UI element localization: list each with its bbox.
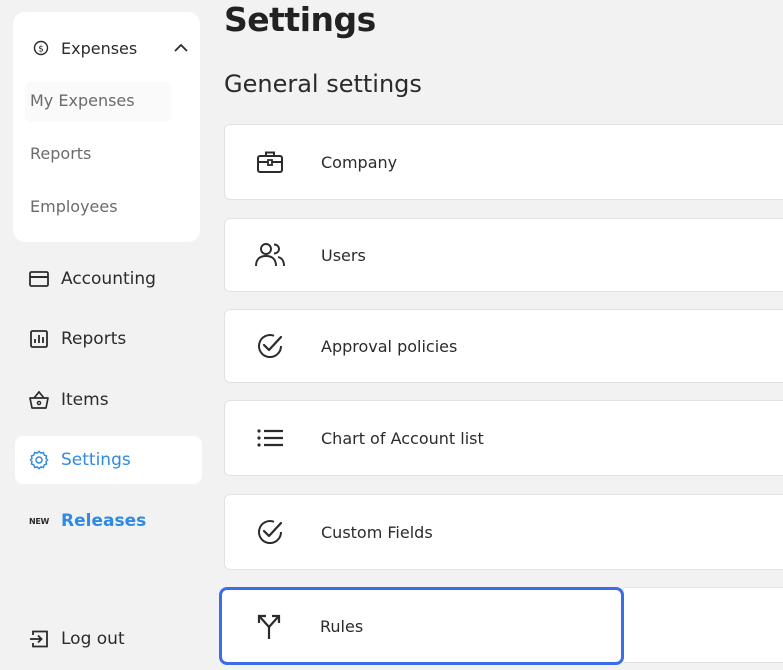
- expenses-section: $ Expenses My Expenses Reports Employees: [13, 12, 200, 242]
- dollar-circle-icon: $: [31, 38, 51, 58]
- users-icon: [253, 238, 287, 272]
- sidebar-item-label: Reports: [61, 329, 127, 349]
- settings-card-label: Rules: [320, 617, 364, 636]
- sidebar-item-label: Items: [61, 390, 109, 410]
- split-arrows-icon: [252, 610, 286, 644]
- logout-icon: [28, 628, 50, 650]
- credit-card-icon: [28, 268, 50, 290]
- check-circle-icon: [253, 329, 287, 363]
- sidebar-item-items[interactable]: Items: [15, 376, 202, 424]
- new-badge: NEW: [28, 516, 50, 526]
- logout-label: Log out: [61, 629, 125, 649]
- settings-card-rules[interactable]: Rules: [219, 587, 624, 665]
- logout-button[interactable]: Log out: [15, 615, 202, 663]
- settings-main: Settings General settings Company Users …: [219, 0, 783, 670]
- settings-card-label: Chart of Account list: [321, 428, 484, 448]
- sidebar-item-settings[interactable]: Settings: [15, 436, 202, 484]
- rules-card-background: [624, 587, 783, 663]
- settings-card-label: Company: [321, 152, 398, 172]
- section-title: General settings: [224, 70, 422, 98]
- gear-icon: [28, 449, 50, 471]
- settings-card-company[interactable]: Company: [224, 124, 783, 200]
- sidebar-item-accounting[interactable]: Accounting: [15, 255, 202, 303]
- page-title: Settings: [224, 0, 376, 39]
- sidebar-item-label: Settings: [61, 450, 131, 470]
- expenses-toggle[interactable]: $ Expenses: [31, 36, 191, 60]
- settings-card-label: Approval policies: [321, 336, 458, 356]
- basket-icon: [28, 389, 50, 411]
- settings-card-chart-of-account[interactable]: Chart of Account list: [224, 400, 783, 476]
- sub-item-my-expenses[interactable]: My Expenses: [30, 91, 135, 110]
- settings-card-label: Users: [321, 245, 366, 265]
- new-badge-icon: NEW: [28, 510, 50, 532]
- briefcase-icon: [253, 145, 287, 179]
- bar-chart-icon: [28, 328, 50, 350]
- sidebar: $ Expenses My Expenses Reports Employees…: [0, 0, 215, 670]
- svg-text:$: $: [38, 45, 44, 55]
- expenses-label: Expenses: [61, 38, 138, 58]
- sidebar-item-label: Accounting: [61, 269, 156, 289]
- sub-item-employees[interactable]: Employees: [30, 197, 118, 216]
- chevron-up-icon[interactable]: [171, 38, 191, 58]
- settings-card-approval-policies[interactable]: Approval policies: [224, 309, 783, 383]
- sidebar-item-label: Releases: [61, 511, 147, 531]
- sub-item-reports[interactable]: Reports: [30, 144, 91, 163]
- check-circle-icon: [253, 515, 287, 549]
- list-icon: [253, 421, 287, 455]
- settings-card-label: Custom Fields: [321, 522, 433, 542]
- settings-card-users[interactable]: Users: [224, 218, 783, 292]
- settings-card-custom-fields[interactable]: Custom Fields: [224, 494, 783, 570]
- sidebar-item-reports[interactable]: Reports: [15, 315, 202, 363]
- sidebar-item-releases[interactable]: NEW Releases: [15, 497, 202, 545]
